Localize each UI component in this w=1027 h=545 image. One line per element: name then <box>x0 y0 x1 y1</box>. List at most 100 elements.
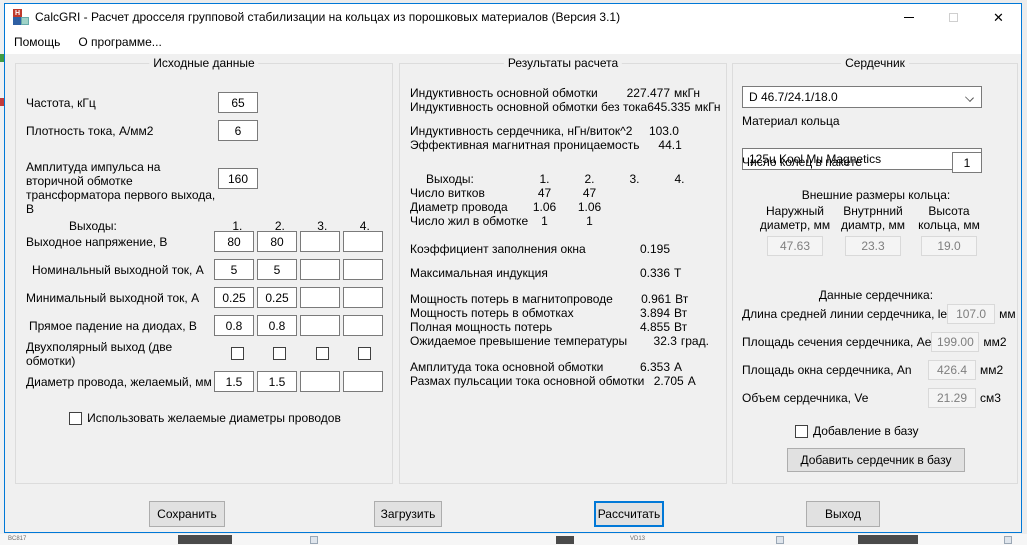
background-part-label: BC817 <box>8 536 26 542</box>
cross-section-unit: мм2 <box>979 335 1010 349</box>
wire-diameter-value-1: 1.06 <box>522 200 567 214</box>
wire-diameter-label: Диаметр провода, желаемый, мм <box>26 375 214 389</box>
bipolar-checkbox-3[interactable] <box>316 347 329 360</box>
add-to-database-checkbox[interactable] <box>795 425 808 438</box>
turns-value-2: 47 <box>567 186 612 200</box>
core-data-title: Данные сердечника: <box>733 288 1019 302</box>
load-button[interactable]: Загрузить <box>374 501 442 527</box>
core-size-select[interactable]: D 46.7/24.1/18.0 <box>742 86 982 108</box>
diode-drop-input-1[interactable] <box>214 315 254 336</box>
minimize-button[interactable] <box>886 4 931 30</box>
frequency-input[interactable] <box>218 92 258 113</box>
results-outputs-header: Выходы: <box>410 172 522 186</box>
calculate-button[interactable]: Рассчитать <box>594 501 664 527</box>
close-button[interactable]: ✕ <box>976 4 1021 30</box>
output-voltage-input-3[interactable] <box>300 231 340 252</box>
chevron-down-icon <box>965 93 974 102</box>
output-voltage-label: Выходное напряжение, В <box>26 235 214 249</box>
wire-diameter-result-label: Диаметр провода <box>410 200 522 214</box>
diode-drop-input-2[interactable] <box>257 315 297 336</box>
bipolar-checkbox-1[interactable] <box>231 347 244 360</box>
result-label: Индуктивность основной обмотки без тока <box>410 100 647 114</box>
background-schematic-shape <box>858 535 918 544</box>
outer-dimensions-title: Внешние размеры кольца: <box>733 188 1019 202</box>
ripple-current-value: 2.705 <box>644 374 683 388</box>
nominal-current-input-2[interactable] <box>257 259 297 280</box>
current-density-label: Плотность тока, А/мм2 <box>26 124 218 138</box>
output-voltage-input-2[interactable] <box>257 231 297 252</box>
menu-help[interactable]: Помощь <box>5 30 69 54</box>
use-wire-diameters-label: Использовать желаемые диаметры проводов <box>87 411 341 425</box>
minimal-current-input-4[interactable] <box>343 287 383 308</box>
result-unit: мкГн <box>691 100 721 114</box>
menu-about[interactable]: О программе... <box>69 30 170 54</box>
diode-drop-input-3[interactable] <box>300 315 340 336</box>
add-core-to-database-button[interactable]: Добавить сердечник в базу <box>787 448 965 472</box>
outer-diameter-value <box>767 236 823 256</box>
nominal-current-input-4[interactable] <box>343 259 383 280</box>
result-label: Индуктивность сердечника, нГн/виток^2 <box>410 124 632 138</box>
max-induction-label: Максимальная индукция <box>410 266 610 280</box>
bipolar-checkbox-2[interactable] <box>273 347 286 360</box>
nominal-current-input-3[interactable] <box>300 259 340 280</box>
fill-factor-value: 0.195 <box>610 242 670 256</box>
background-schematic-shape <box>178 535 232 544</box>
pulse-amplitude-input[interactable] <box>218 168 258 189</box>
total-loss-value: 4.855 <box>610 320 670 334</box>
save-button[interactable]: Сохранить <box>149 501 225 527</box>
current-density-input[interactable] <box>218 120 258 141</box>
current-amplitude-label: Амплитуда тока основной обмотки <box>410 360 610 374</box>
winding-loss-unit: Вт <box>670 306 714 320</box>
result-label: Индуктивность основной обмотки <box>410 86 610 100</box>
minimal-current-input-2[interactable] <box>257 287 297 308</box>
result-value: 103.0 <box>632 124 679 138</box>
minimal-current-input-1[interactable] <box>214 287 254 308</box>
use-wire-diameters-checkbox[interactable] <box>69 412 82 425</box>
close-icon: ✕ <box>993 11 1004 24</box>
cross-section-label: Площадь сечения сердечника, Ae <box>742 335 931 349</box>
core-volume-unit: см3 <box>976 391 1010 405</box>
result-value: 645.335 <box>647 100 690 114</box>
results-col-1: 1. <box>522 172 567 186</box>
background-page-icon <box>776 536 784 544</box>
window-area-unit: мм2 <box>976 363 1010 377</box>
wire-diameter-input-2[interactable] <box>257 371 297 392</box>
exit-button[interactable]: Выход <box>806 501 880 527</box>
wire-diameter-input-3[interactable] <box>300 371 340 392</box>
wire-diameter-input-1[interactable] <box>214 371 254 392</box>
title-bar[interactable]: H CalcGRI - Расчет дросселя групповой ст… <box>5 4 1021 30</box>
turns-value-1: 47 <box>522 186 567 200</box>
winding-loss-label: Мощность потерь в обмотках <box>410 306 610 320</box>
nominal-current-input-1[interactable] <box>214 259 254 280</box>
group-core: Сердечник D 46.7/24.1/18.0 Материал коль… <box>732 63 1018 484</box>
rings-count-input[interactable] <box>952 152 982 173</box>
output-voltage-input-1[interactable] <box>214 231 254 252</box>
background-page-icon <box>1004 536 1012 544</box>
strands-value-1: 1 <box>522 214 567 228</box>
diode-drop-input-4[interactable] <box>343 315 383 336</box>
maximize-button[interactable] <box>931 4 976 30</box>
window-area-value <box>928 360 976 380</box>
result-value: 44.1 <box>639 138 681 152</box>
strands-label: Число жил в обмотке <box>410 214 522 228</box>
minimal-current-input-3[interactable] <box>300 287 340 308</box>
wire-diameter-input-4[interactable] <box>343 371 383 392</box>
diode-drop-label: Прямое падение на диодах, В <box>26 319 214 333</box>
path-length-value <box>947 304 995 324</box>
nominal-current-label: Номинальный выходной ток, А <box>26 263 214 277</box>
maximize-icon <box>949 13 958 22</box>
window-area-label: Площадь окна сердечника, An <box>742 363 928 377</box>
results-col-2: 2. <box>567 172 612 186</box>
path-length-unit: мм <box>995 307 1016 321</box>
total-loss-label: Полная мощность потерь <box>410 320 610 334</box>
bipolar-checkbox-4[interactable] <box>358 347 371 360</box>
result-value: 227.477 <box>610 86 670 100</box>
wire-diameter-value-2: 1.06 <box>567 200 612 214</box>
group-results: Результаты расчета Индуктивность основно… <box>399 63 727 484</box>
output-voltage-input-4[interactable] <box>343 231 383 252</box>
current-amplitude-value: 6.353 <box>610 360 670 374</box>
inner-diameter-value <box>845 236 901 256</box>
current-amplitude-unit: А <box>670 360 714 374</box>
core-volume-label: Объем сердечника, Ve <box>742 391 928 405</box>
app-icon: H <box>13 9 29 25</box>
